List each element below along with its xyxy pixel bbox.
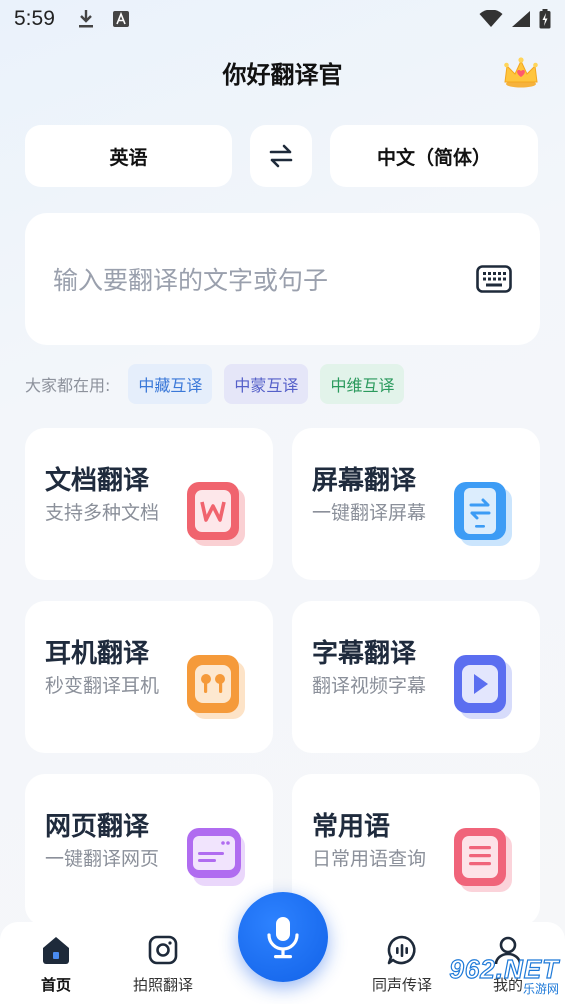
chip-mongolian[interactable]: 中蒙互译 (224, 364, 309, 404)
watermark-subtext: 乐游网 (522, 982, 559, 996)
feature-card-subtitles[interactable]: 字幕翻译 翻译视频字幕 (292, 601, 540, 753)
speech-icon (387, 935, 416, 965)
tab-photo-translate[interactable]: 拍照翻译 (113, 934, 213, 995)
home-icon (43, 937, 69, 964)
watermark-text: 962.NET (449, 954, 559, 984)
card-subtitle: 日常用语查询 (312, 848, 427, 870)
feature-card-phrases[interactable]: 常用语 日常用语查询 (292, 774, 540, 926)
list-icon (454, 828, 512, 892)
font-a-icon (112, 11, 129, 27)
popular-label: 大家都在用: (25, 376, 111, 395)
crown-icon[interactable] (501, 54, 541, 90)
text-input-area[interactable]: 输入要翻译的文字或句子 (25, 213, 540, 345)
card-subtitle: 一键翻译屏幕 (312, 502, 427, 524)
download-icon (78, 10, 93, 28)
phone-screen-icon (454, 482, 512, 546)
swap-languages-button[interactable] (250, 125, 312, 187)
card-subtitle: 支持多种文档 (45, 502, 160, 524)
feature-card-document[interactable]: 文档翻译 支持多种文档 (25, 428, 273, 580)
card-title: 常用语 (312, 812, 391, 842)
card-subtitle: 翻译视频字幕 (312, 675, 427, 697)
microphone-icon (267, 917, 299, 959)
tab-label: 同声传译 (371, 976, 432, 994)
status-time: 5:59 (14, 7, 55, 30)
target-language-button[interactable]: 中文（简体） (330, 125, 538, 187)
card-title: 屏幕翻译 (312, 466, 417, 496)
signal-icon (512, 11, 530, 27)
earbuds-icon (187, 655, 245, 719)
page-title: 你好翻译官 (222, 60, 343, 89)
camera-icon (148, 935, 178, 965)
card-title: 网页翻译 (45, 812, 150, 842)
play-icon (454, 655, 512, 719)
feature-card-earbuds[interactable]: 耳机翻译 秒变翻译耳机 (25, 601, 273, 753)
feature-card-screen[interactable]: 屏幕翻译 一键翻译屏幕 (292, 428, 540, 580)
webpage-icon (187, 828, 245, 886)
input-placeholder: 输入要翻译的文字或句子 (53, 266, 329, 295)
card-subtitle: 秒变翻译耳机 (45, 675, 160, 697)
chip-uyghur[interactable]: 中维互译 (320, 364, 405, 404)
document-icon (187, 482, 245, 546)
tab-home[interactable]: 首页 (6, 934, 106, 995)
card-title: 字幕翻译 (312, 639, 417, 669)
swap-icon (269, 144, 293, 168)
card-title: 耳机翻译 (45, 639, 150, 669)
source-language-button[interactable]: 英语 (25, 125, 232, 187)
popular-languages: 大家都在用: 中藏互译 中蒙互译 中维互译 (25, 364, 405, 404)
tab-label: 首页 (40, 976, 71, 994)
battery-icon (539, 9, 551, 29)
feature-card-webpage[interactable]: 网页翻译 一键翻译网页 (25, 774, 273, 926)
language-selector: 英语 中文（简体） (25, 125, 540, 187)
watermark-logo: 962.NET 乐游网 (439, 954, 559, 1000)
tab-label: 拍照翻译 (132, 976, 193, 994)
tab-simultaneous-interpretation[interactable]: 同声传译 (352, 934, 452, 995)
header: 你好翻译官 (0, 50, 565, 94)
keyboard-icon[interactable] (476, 265, 512, 293)
chip-tibetan[interactable]: 中藏互译 (128, 364, 213, 404)
voice-translate-button[interactable] (238, 892, 328, 982)
card-title: 文档翻译 (45, 466, 150, 496)
wifi-icon (479, 10, 503, 27)
card-subtitle: 一键翻译网页 (45, 848, 160, 870)
status-bar: 5:59 (0, 0, 565, 38)
